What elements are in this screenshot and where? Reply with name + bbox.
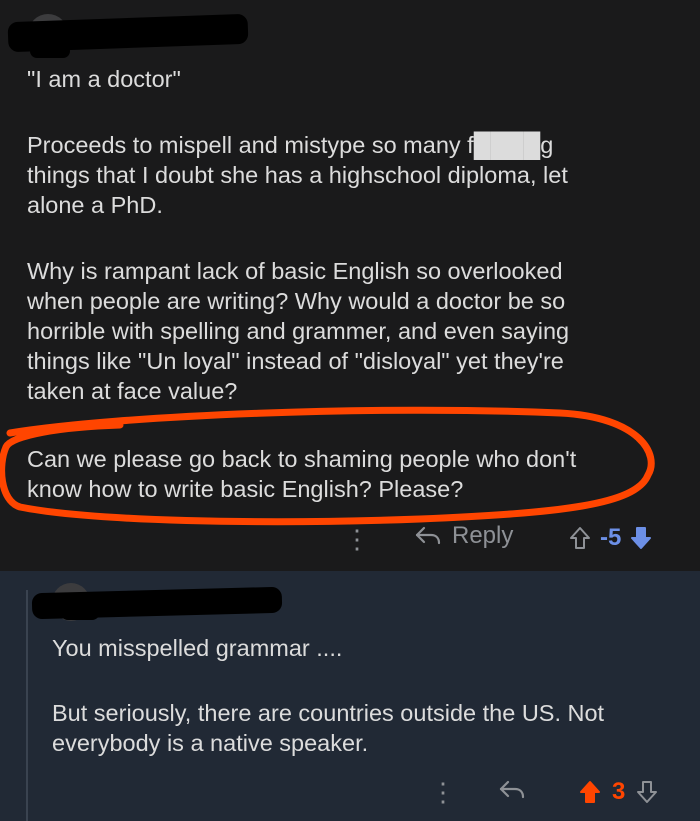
highlight-circle-annotation [0,406,655,526]
reply-icon [415,526,441,545]
comment-card: "I am a doctor" Proceeds to mispell and … [0,0,700,571]
more-vertical-icon[interactable]: ⋮ [344,526,370,552]
reply-button[interactable]: Reply [414,522,513,550]
reply-label: Reply [452,522,514,549]
comment-paragraph: Why is rampant lack of basic English so … [27,258,570,404]
reply-icon [499,780,525,799]
thread-line[interactable] [26,590,28,821]
redacted-username-tail [60,604,100,620]
downvote-arrow-icon[interactable] [635,779,659,805]
comment-paragraph: Proceeds to mispell and mistype so many … [27,132,568,218]
more-vertical-icon[interactable]: ⋮ [430,779,456,805]
upvote-arrow-icon[interactable] [578,779,602,805]
comment-paragraph: "I am a doctor" [27,66,181,92]
upvote-arrow-icon[interactable] [568,525,592,551]
redacted-username-tail [30,44,70,58]
vote-controls: -5 [568,524,653,552]
downvote-arrow-icon[interactable] [629,525,653,551]
comment-paragraph: You misspelled grammar .... [52,635,343,661]
vote-score: 3 [612,778,626,805]
comment-paragraph: But seriously, there are countries outsi… [52,700,605,756]
vote-controls: 3 [578,778,659,806]
reply-button[interactable] [498,778,526,802]
vote-score: -5 [600,524,622,551]
